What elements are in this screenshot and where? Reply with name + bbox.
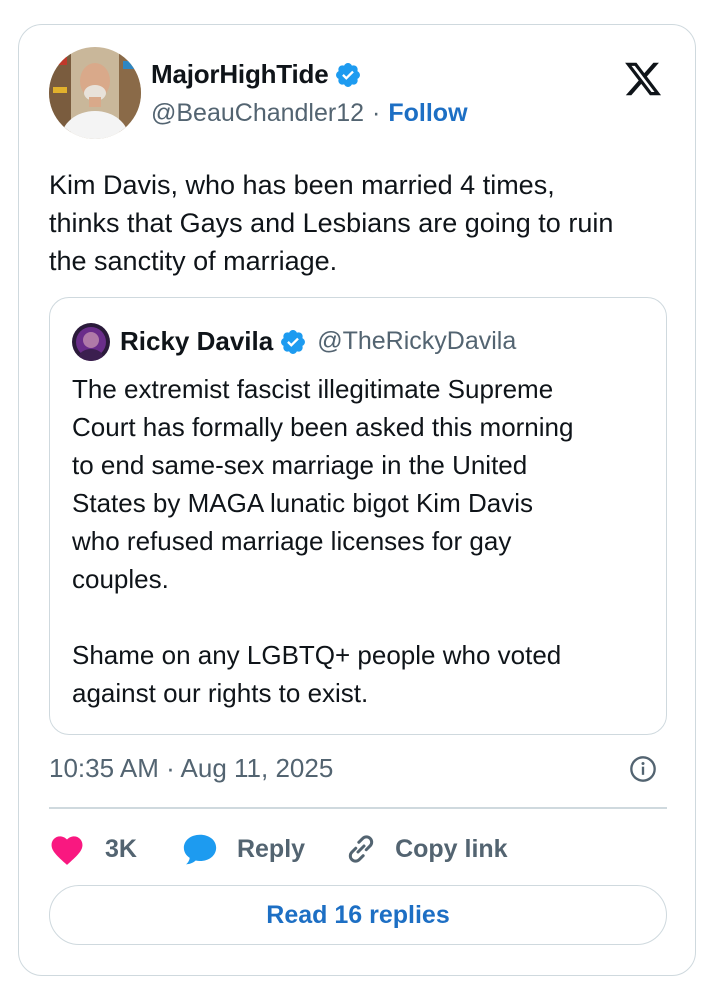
read-replies-button[interactable]: Read 16 replies bbox=[49, 885, 667, 945]
speech-bubble-icon bbox=[183, 834, 217, 865]
link-icon bbox=[348, 835, 374, 863]
info-icon[interactable] bbox=[629, 755, 657, 783]
quoted-handle[interactable]: @TheRickyDavila bbox=[317, 327, 516, 356]
copy-link-button[interactable]: Copy link bbox=[343, 831, 508, 867]
quoted-tweet-text: The extremist fascist illegitimate Supre… bbox=[72, 374, 574, 708]
quoted-tweet[interactable]: Ricky Davila @TheRickyDavila The extremi… bbox=[49, 297, 667, 735]
like-button[interactable]: 3K bbox=[49, 832, 137, 866]
tweet-text: Kim Davis, who has been married 4 times,… bbox=[49, 170, 614, 276]
author-avatar-image bbox=[49, 47, 141, 139]
tweet-card: MajorHighTide @BeauChandler12 · Follow K… bbox=[18, 24, 696, 976]
author-handle-row: @BeauChandler12 · Follow bbox=[151, 99, 468, 128]
like-count: 3K bbox=[105, 834, 137, 863]
verified-badge-icon bbox=[336, 62, 361, 87]
verified-badge-icon bbox=[281, 329, 306, 354]
quoted-author-avatar bbox=[72, 323, 110, 361]
author-name-row: MajorHighTide bbox=[151, 59, 362, 90]
tweet-timestamp[interactable]: 10:35 AM · Aug 11, 2025 bbox=[49, 753, 333, 784]
follow-button[interactable]: Follow bbox=[388, 99, 467, 128]
quoted-avatar-image bbox=[72, 323, 110, 361]
author-handle[interactable]: @BeauChandler12 bbox=[151, 99, 364, 128]
reply-button[interactable]: Reply bbox=[181, 831, 305, 867]
reply-label: Reply bbox=[236, 834, 306, 863]
author-avatar[interactable] bbox=[49, 47, 141, 139]
divider bbox=[49, 807, 667, 809]
copy-link-label: Copy link bbox=[395, 834, 508, 863]
quoted-display-name[interactable]: Ricky Davila bbox=[120, 326, 273, 357]
heart-icon bbox=[51, 836, 83, 865]
quoted-author-row: Ricky Davila @TheRickyDavila bbox=[120, 326, 516, 357]
x-logo-icon[interactable] bbox=[621, 59, 665, 99]
separator-dot: · bbox=[372, 99, 381, 127]
author-display-name[interactable]: MajorHighTide bbox=[151, 59, 329, 90]
action-bar: 3K Reply Copy link bbox=[49, 829, 508, 869]
